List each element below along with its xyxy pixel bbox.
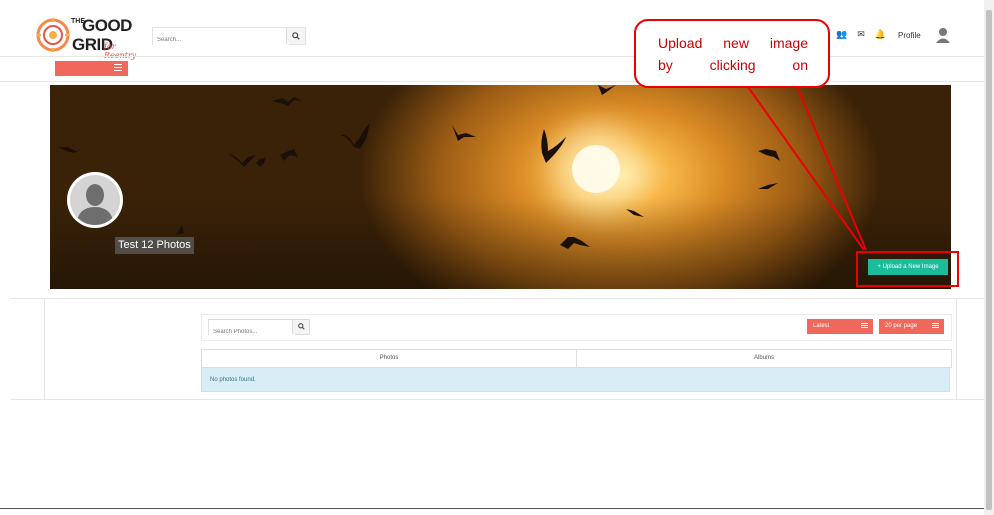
profile-link[interactable]: Profile <box>898 31 921 40</box>
photos-search-input[interactable] <box>209 325 295 339</box>
users-icon[interactable]: 👥 <box>836 29 847 39</box>
menu-icon <box>114 64 122 65</box>
logo-good-text: GOOD <box>82 16 132 35</box>
cover-photo <box>50 85 951 289</box>
envelope-icon[interactable]: ✉ <box>857 29 865 39</box>
header-icons: 👥 ✉ 🔔 <box>836 29 896 40</box>
menu-toggle-button[interactable] <box>55 61 128 76</box>
logo-mark-icon <box>36 18 70 52</box>
birds-illustration <box>58 85 780 249</box>
photos-tabs: Photos Albums <box>201 349 952 368</box>
profile-avatar[interactable] <box>67 172 123 228</box>
photos-search <box>208 319 310 339</box>
avatar-silhouette-icon <box>76 184 114 225</box>
album-title: Test 12 Photos <box>115 237 194 254</box>
tab-photos[interactable]: Photos <box>202 350 577 367</box>
annotation-line-2: by clicking on <box>658 57 808 73</box>
per-page-select[interactable]: 20 per page <box>879 319 944 334</box>
global-search <box>152 27 306 48</box>
annotation-line-1: Upload new image <box>658 35 808 51</box>
tab-albums[interactable]: Albums <box>577 350 951 367</box>
sort-select-label: Latest <box>813 323 830 329</box>
bell-icon[interactable]: 🔔 <box>875 29 886 39</box>
scrollbar-thumb[interactable] <box>986 10 992 510</box>
annotation-callout: Upload new image by clicking on <box>634 19 830 88</box>
logo[interactable]: THE GOOD GRID for Reentry <box>36 16 144 60</box>
sub-navbar <box>0 56 984 82</box>
search-icon <box>297 322 305 330</box>
menu-icon <box>932 323 939 324</box>
empty-state-message: No photos found. <box>201 367 950 392</box>
user-avatar-icon[interactable] <box>934 26 952 44</box>
annotation-highlight-box <box>856 251 959 287</box>
menu-icon <box>861 323 868 324</box>
photos-search-button[interactable] <box>292 320 309 334</box>
search-button[interactable] <box>286 28 305 44</box>
footer-divider <box>0 508 984 509</box>
sort-select[interactable]: Latest <box>807 319 873 334</box>
search-icon <box>292 32 300 40</box>
per-page-select-label: 20 per page <box>885 323 918 329</box>
page-scrollbar[interactable] <box>984 0 994 515</box>
global-search-input[interactable] <box>153 32 289 48</box>
